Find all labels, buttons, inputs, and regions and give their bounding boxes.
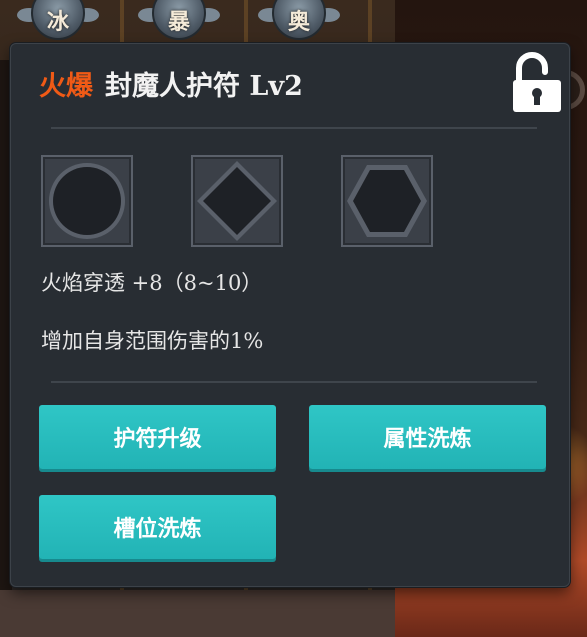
rune-glyph: 暴 xyxy=(167,9,190,35)
reroll-slots-button[interactable]: 槽位洗炼 xyxy=(39,495,276,559)
hexagon-socket-icon[interactable] xyxy=(341,155,433,247)
stat-area-damage: 增加自身范围伤害的1% xyxy=(41,329,264,353)
amulet-name: 封魔人护符 Lv2 xyxy=(105,71,303,102)
stat-fire-penetration: 火焰穿透 +8（8~10） xyxy=(41,271,263,295)
actions-divider xyxy=(51,381,537,383)
rune-glyph: 冰 xyxy=(46,9,69,35)
upgrade-amulet-button[interactable]: 护符升级 xyxy=(39,405,276,469)
board-bottom-strip xyxy=(0,590,395,637)
ice-rune-icon[interactable]: 冰 xyxy=(17,0,99,42)
header-divider xyxy=(51,127,537,129)
reroll-attributes-button[interactable]: 属性洗炼 xyxy=(309,405,546,469)
amulet-element: 火爆 xyxy=(39,71,93,102)
amulet-title: 火爆 封魔人护符 Lv2 xyxy=(39,64,303,102)
crit-rune-icon[interactable]: 暴 xyxy=(138,0,220,42)
amulet-detail-panel: 火爆 封魔人护符 Lv2 火焰穿透 +8（8~10） 增加自身范围伤害的1% 护… xyxy=(10,43,570,587)
arcane-rune-icon[interactable]: 奥 xyxy=(258,0,340,42)
diamond-socket-icon[interactable] xyxy=(191,155,283,247)
unlocked-padlock-icon[interactable] xyxy=(509,52,565,114)
circle-socket-icon[interactable] xyxy=(41,155,133,247)
rune-glyph: 奥 xyxy=(287,9,310,35)
